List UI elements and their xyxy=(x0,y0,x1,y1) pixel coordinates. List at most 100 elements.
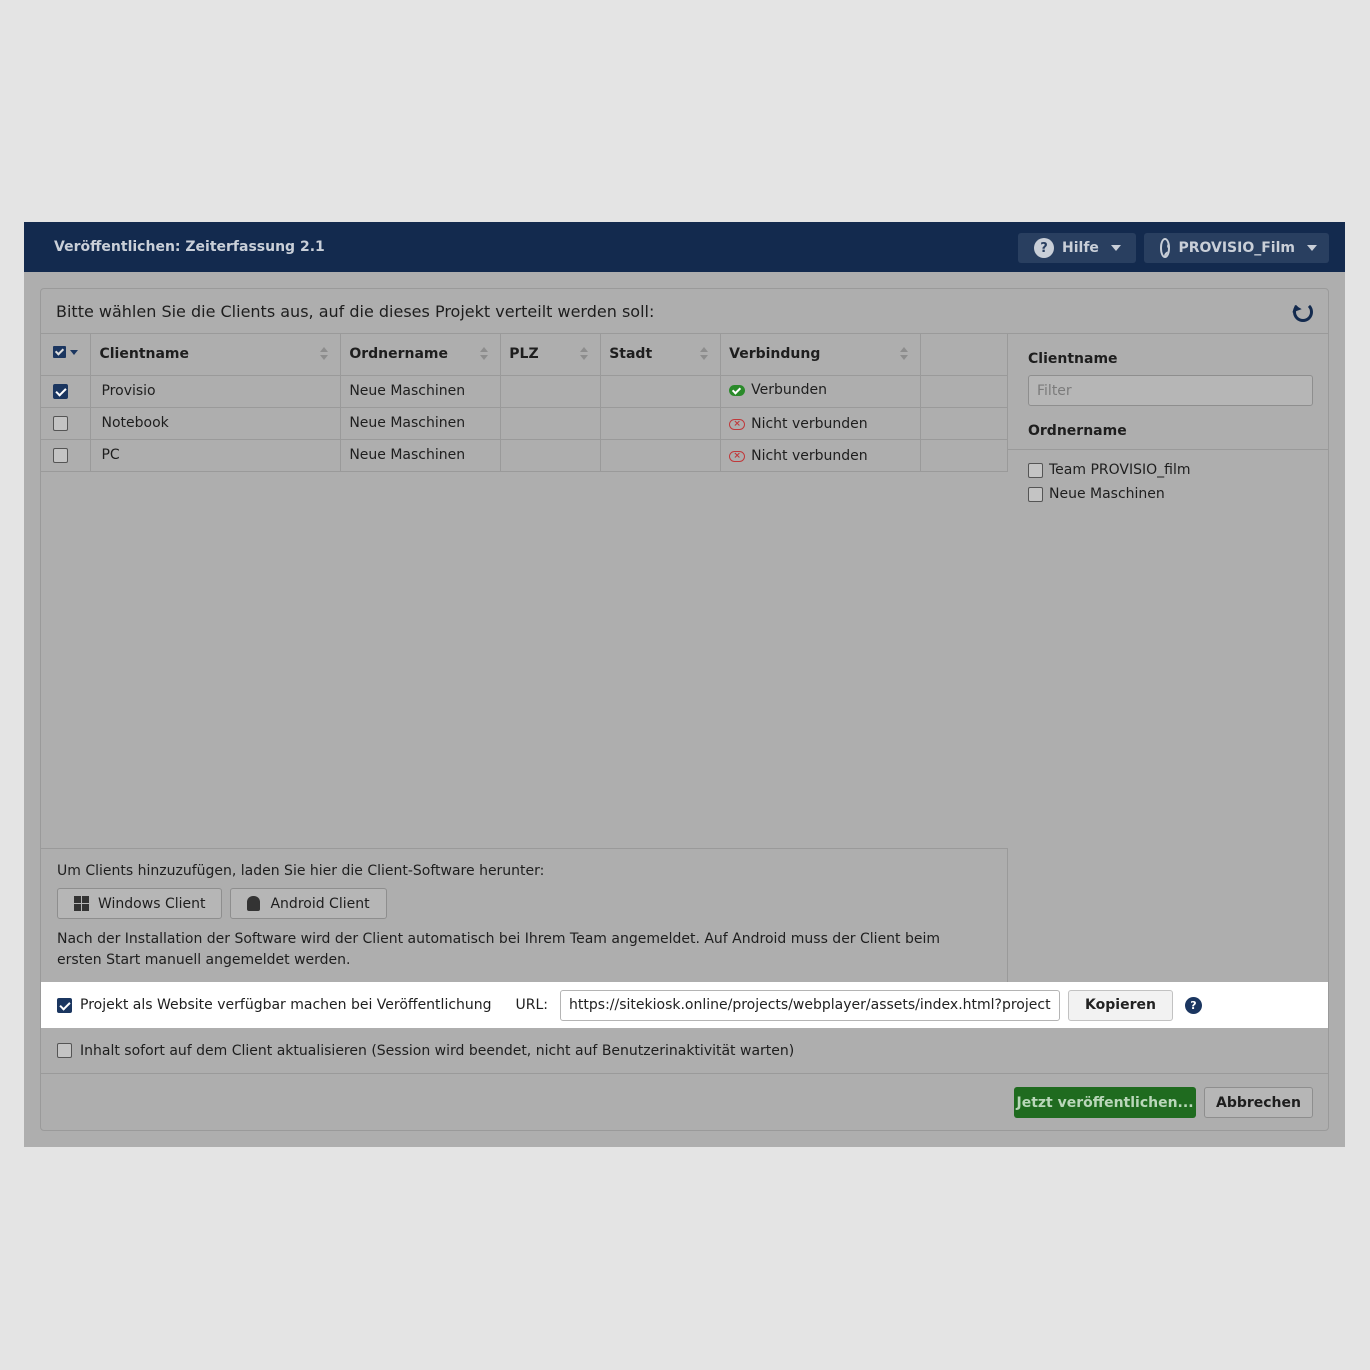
column-label: Stadt xyxy=(609,346,653,363)
url-label: URL: xyxy=(515,997,549,1013)
windows-client-label: Windows Client xyxy=(98,895,206,912)
cloud-connected-icon xyxy=(729,384,746,396)
select-all-checkbox[interactable] xyxy=(53,346,78,359)
cell-clientname: Notebook xyxy=(90,407,342,440)
cell-stadt xyxy=(600,375,722,408)
publish-button[interactable]: Jetzt veröffentlichen... xyxy=(1014,1087,1196,1118)
windows-client-button[interactable]: Windows Client xyxy=(57,888,223,919)
filter-clientname-label: Clientname xyxy=(1028,351,1118,367)
download-note: Nach der Installation der Software wird … xyxy=(57,931,941,968)
cell-empty xyxy=(920,407,1008,440)
cell-verbindung: × Nicht verbunden xyxy=(720,439,922,472)
select-all-header[interactable] xyxy=(41,334,92,376)
filter-option-label: Team PROVISIO_film xyxy=(1049,462,1191,478)
column-label: Verbindung xyxy=(729,346,821,363)
user-label: PROVISIO_Film xyxy=(1178,240,1295,256)
download-intro: Um Clients hinzuzufügen, laden Sie hier … xyxy=(57,863,545,879)
column-header-verbindung[interactable]: Verbindung xyxy=(720,334,922,376)
windows-icon xyxy=(74,896,89,911)
row-checkbox-cell[interactable] xyxy=(41,439,92,472)
table-row[interactable]: PC Neue Maschinen × Nicht verbunden xyxy=(41,439,1008,472)
row-checkbox[interactable] xyxy=(53,447,68,463)
client-table: Clientname Ordnername PLZ Stadt Verbindu… xyxy=(41,334,1008,472)
sort-icon xyxy=(700,347,709,361)
panel-header: Bitte wählen Sie die Clients aus, auf di… xyxy=(41,289,1328,334)
cell-verbindung: Verbunden xyxy=(720,375,922,408)
checkbox-icon xyxy=(53,346,66,359)
cell-stadt xyxy=(600,439,722,472)
column-label: PLZ xyxy=(509,346,539,363)
cloud-disconnected-icon: × xyxy=(729,450,746,462)
website-option-row: Projekt als Website verfügbar machen bei… xyxy=(41,982,1328,1028)
android-icon xyxy=(247,896,261,911)
column-label: Ordnername xyxy=(349,346,449,363)
user-menu-button[interactable]: PROVISIO_Film xyxy=(1144,233,1329,263)
dialog-footer: Jetzt veröffentlichen... Abbrechen xyxy=(41,1074,1328,1130)
row-checkbox-cell[interactable] xyxy=(41,407,92,440)
cell-clientname: Provisio xyxy=(90,375,342,408)
chevron-down-icon xyxy=(1307,245,1317,251)
chevron-down-icon xyxy=(70,349,78,355)
sort-icon xyxy=(900,347,909,361)
checkbox[interactable] xyxy=(1028,486,1043,502)
cell-empty xyxy=(920,439,1008,472)
cell-plz xyxy=(500,375,602,408)
client-selection-panel: Bitte wählen Sie die Clients aus, auf di… xyxy=(40,288,1329,1131)
help-icon[interactable]: ? xyxy=(1184,996,1202,1014)
cancel-button[interactable]: Abbrechen xyxy=(1204,1087,1313,1118)
clientname-filter-input[interactable] xyxy=(1028,375,1313,406)
cell-verbindung: × Nicht verbunden xyxy=(720,407,922,440)
cell-ordnername: Neue Maschinen xyxy=(340,407,502,440)
filter-sidebar: Clientname Ordnername Team PROVISIO_film… xyxy=(1008,334,1328,982)
table-row[interactable]: Provisio Neue Maschinen Verbunden xyxy=(41,375,1008,408)
update-checkbox-label: Inhalt sofort auf dem Client aktualisier… xyxy=(80,1042,795,1059)
row-checkbox-cell[interactable] xyxy=(41,375,92,408)
row-checkbox[interactable] xyxy=(53,383,68,399)
android-client-button[interactable]: Android Client xyxy=(230,888,387,919)
checkbox[interactable] xyxy=(1028,462,1043,478)
cell-ordnername: Neue Maschinen xyxy=(340,375,502,408)
column-header-empty xyxy=(920,334,1008,376)
client-table-area: Clientname Ordnername PLZ Stadt Verbindu… xyxy=(41,334,1008,848)
filter-option-neue-maschinen[interactable]: Neue Maschinen xyxy=(1028,486,1165,502)
window-title: Veröffentlichen: Zeiterfassung 2.1 xyxy=(54,239,325,255)
chevron-down-icon xyxy=(1110,245,1121,251)
column-label: Clientname xyxy=(99,346,190,363)
column-header-plz[interactable]: PLZ xyxy=(500,334,602,376)
update-option-row: Inhalt sofort auf dem Client aktualisier… xyxy=(41,1028,1328,1074)
user-icon xyxy=(1160,238,1171,258)
column-header-clientname[interactable]: Clientname xyxy=(90,334,342,376)
sort-icon xyxy=(580,347,589,361)
filter-ordnername-label: Ordnername xyxy=(1028,423,1127,439)
help-label: Hilfe xyxy=(1062,240,1099,256)
panel-title: Bitte wählen Sie die Clients aus, auf di… xyxy=(56,301,655,321)
client-download-area: Um Clients hinzuzufügen, laden Sie hier … xyxy=(41,848,1008,982)
help-button[interactable]: ? Hilfe xyxy=(1018,233,1136,263)
column-header-ordnername[interactable]: Ordnername xyxy=(340,334,502,376)
connection-status: Nicht verbunden xyxy=(751,416,868,433)
cell-clientname: PC xyxy=(90,439,342,472)
android-client-label: Android Client xyxy=(270,895,370,912)
cloud-disconnected-icon: × xyxy=(729,418,746,430)
connection-status: Nicht verbunden xyxy=(751,448,868,465)
cell-plz xyxy=(500,407,602,440)
url-input[interactable] xyxy=(560,989,1061,1021)
table-row[interactable]: Notebook Neue Maschinen × Nicht verbunden xyxy=(41,407,1008,440)
divider xyxy=(1008,449,1328,450)
sort-icon xyxy=(320,347,329,361)
cell-plz xyxy=(500,439,602,472)
refresh-icon[interactable] xyxy=(1293,302,1313,322)
filter-option-team[interactable]: Team PROVISIO_film xyxy=(1028,462,1190,478)
sort-icon xyxy=(480,347,489,361)
filter-option-label: Neue Maschinen xyxy=(1049,486,1165,502)
copy-button[interactable]: Kopieren xyxy=(1068,989,1173,1021)
top-bar: Veröffentlichen: Zeiterfassung 2.1 ? Hil… xyxy=(24,222,1345,272)
cell-stadt xyxy=(600,407,722,440)
website-checkbox[interactable] xyxy=(57,997,72,1013)
update-checkbox[interactable] xyxy=(57,1043,72,1058)
help-icon: ? xyxy=(1034,238,1054,258)
connection-status: Verbunden xyxy=(751,382,827,399)
column-header-stadt[interactable]: Stadt xyxy=(600,334,722,376)
publish-dialog: Veröffentlichen: Zeiterfassung 2.1 ? Hil… xyxy=(24,222,1345,1147)
row-checkbox[interactable] xyxy=(53,415,68,431)
